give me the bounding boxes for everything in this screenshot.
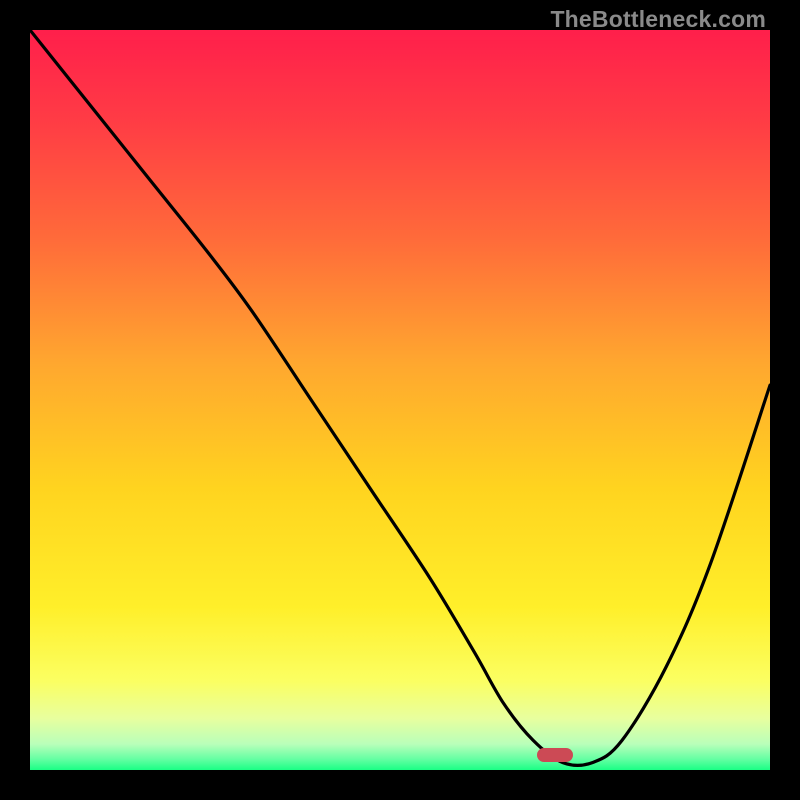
gradient-background: [30, 30, 770, 770]
chart-frame: [30, 30, 770, 770]
watermark-text: TheBottleneck.com: [550, 6, 766, 33]
optimal-point-marker: [537, 748, 573, 762]
bottleneck-chart: [30, 30, 770, 770]
